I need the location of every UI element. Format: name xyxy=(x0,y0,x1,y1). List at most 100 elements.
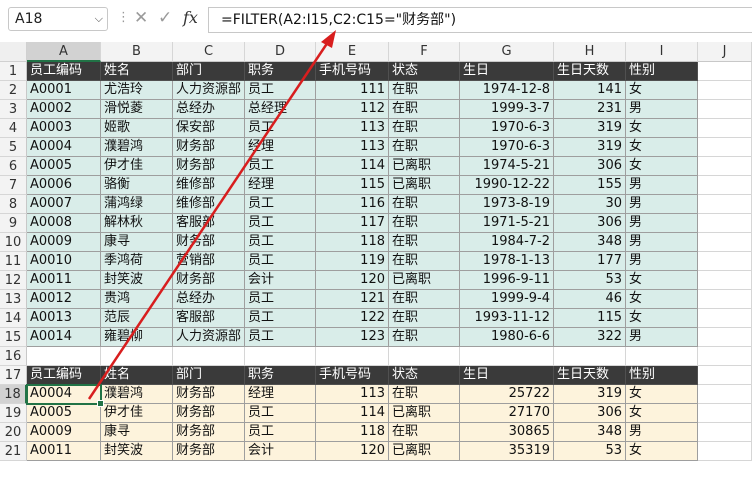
result-header-cell[interactable]: 生日天数 xyxy=(554,366,626,385)
empty-cell[interactable] xyxy=(698,214,752,233)
result-header-cell[interactable]: 手机号码 xyxy=(316,366,389,385)
source-row-cell[interactable]: 在职 xyxy=(389,252,460,271)
source-row-cell[interactable]: 范辰 xyxy=(101,309,173,328)
source-row-cell[interactable]: 在职 xyxy=(389,214,460,233)
row-header-10[interactable]: 10 xyxy=(0,233,27,252)
source-row-cell[interactable]: 115 xyxy=(554,309,626,328)
source-row-cell[interactable]: 113 xyxy=(316,138,389,157)
empty-cell[interactable] xyxy=(698,176,752,195)
source-row-cell[interactable]: 男 xyxy=(626,176,698,195)
source-row-cell[interactable]: 177 xyxy=(554,252,626,271)
source-row-cell[interactable]: 雍碧柳 xyxy=(101,328,173,347)
source-row-cell[interactable]: 1980-6-6 xyxy=(460,328,554,347)
source-row-cell[interactable]: 维修部 xyxy=(173,176,245,195)
result-row-cell[interactable]: 319 xyxy=(554,385,626,404)
source-row-cell[interactable]: 113 xyxy=(316,119,389,138)
source-row-cell[interactable]: 在职 xyxy=(389,290,460,309)
column-header-h[interactable]: H xyxy=(554,42,626,62)
source-row-cell[interactable]: 女 xyxy=(626,81,698,100)
result-row-cell[interactable]: 女 xyxy=(626,442,698,461)
source-row-cell[interactable]: 财务部 xyxy=(173,157,245,176)
result-header-cell[interactable]: 生日 xyxy=(460,366,554,385)
source-row-cell[interactable]: 123 xyxy=(316,328,389,347)
source-row-cell[interactable]: A0012 xyxy=(27,290,101,309)
result-row-cell[interactable]: 财务部 xyxy=(173,404,245,423)
result-row-cell[interactable]: 封笑波 xyxy=(101,442,173,461)
source-row-cell[interactable]: 在职 xyxy=(389,195,460,214)
empty-cell[interactable] xyxy=(698,309,752,328)
row-header-4[interactable]: 4 xyxy=(0,119,27,138)
result-row-cell[interactable]: 女 xyxy=(626,385,698,404)
source-row-cell[interactable]: A0007 xyxy=(27,195,101,214)
result-row-cell[interactable]: A0011 xyxy=(27,442,101,461)
result-row-cell[interactable]: 27170 xyxy=(460,404,554,423)
source-row-cell[interactable]: A0009 xyxy=(27,233,101,252)
source-row-cell[interactable]: 总经理 xyxy=(245,100,316,119)
source-row-cell[interactable]: 306 xyxy=(554,157,626,176)
source-row-cell[interactable]: 1993-11-12 xyxy=(460,309,554,328)
source-row-cell[interactable]: 总经办 xyxy=(173,290,245,309)
source-row-cell[interactable]: 客服部 xyxy=(173,309,245,328)
source-header-cell[interactable]: 状态 xyxy=(389,62,460,81)
source-header-cell[interactable]: 员工编码 xyxy=(27,62,101,81)
source-row-cell[interactable]: 1973-8-19 xyxy=(460,195,554,214)
source-row-cell[interactable]: 53 xyxy=(554,271,626,290)
source-row-cell[interactable]: 骆衡 xyxy=(101,176,173,195)
source-row-cell[interactable]: 维修部 xyxy=(173,195,245,214)
source-row-cell[interactable]: 在职 xyxy=(389,233,460,252)
row-header-8[interactable]: 8 xyxy=(0,195,27,214)
row-header-21[interactable]: 21 xyxy=(0,442,27,461)
source-row-cell[interactable]: 115 xyxy=(316,176,389,195)
source-row-cell[interactable]: 员工 xyxy=(245,233,316,252)
source-row-cell[interactable]: 114 xyxy=(316,157,389,176)
result-row-cell[interactable]: 伊才佳 xyxy=(101,404,173,423)
result-row-cell[interactable]: 53 xyxy=(554,442,626,461)
name-box[interactable]: A18 ⌵ xyxy=(8,7,108,31)
result-row-cell[interactable]: A0004 xyxy=(27,385,101,404)
source-row-cell[interactable]: 1996-9-11 xyxy=(460,271,554,290)
source-row-cell[interactable]: 经理 xyxy=(245,138,316,157)
row-header-15[interactable]: 15 xyxy=(0,328,27,347)
source-row-cell[interactable]: 财务部 xyxy=(173,271,245,290)
column-header-i[interactable]: I xyxy=(626,42,698,62)
source-row-cell[interactable]: 322 xyxy=(554,328,626,347)
source-row-cell[interactable]: 120 xyxy=(316,271,389,290)
result-row-cell[interactable]: 114 xyxy=(316,404,389,423)
result-row-cell[interactable]: 会计 xyxy=(245,442,316,461)
column-header-e[interactable]: E xyxy=(316,42,389,62)
result-row-cell[interactable]: 濮碧鸿 xyxy=(101,385,173,404)
source-row-cell[interactable]: 155 xyxy=(554,176,626,195)
result-row-cell[interactable]: 35319 xyxy=(460,442,554,461)
source-row-cell[interactable]: 员工 xyxy=(245,214,316,233)
cancel-icon[interactable]: ✕ xyxy=(134,8,148,28)
source-row-cell[interactable]: 贵鸿 xyxy=(101,290,173,309)
result-row-cell[interactable]: 306 xyxy=(554,404,626,423)
source-row-cell[interactable]: 伊才佳 xyxy=(101,157,173,176)
insert-function-icon[interactable]: fx xyxy=(183,8,198,27)
source-row-cell[interactable]: A0002 xyxy=(27,100,101,119)
source-row-cell[interactable]: A0013 xyxy=(27,309,101,328)
source-header-cell[interactable]: 姓名 xyxy=(101,62,173,81)
empty-cell[interactable] xyxy=(389,347,460,366)
empty-cell[interactable] xyxy=(698,252,752,271)
source-row-cell[interactable]: 在职 xyxy=(389,119,460,138)
result-row-cell[interactable]: 120 xyxy=(316,442,389,461)
source-row-cell[interactable]: 女 xyxy=(626,309,698,328)
source-row-cell[interactable]: A0014 xyxy=(27,328,101,347)
source-row-cell[interactable]: 女 xyxy=(626,119,698,138)
empty-cell[interactable] xyxy=(626,347,698,366)
result-row-cell[interactable]: 员工 xyxy=(245,404,316,423)
result-row-cell[interactable]: 康寻 xyxy=(101,423,173,442)
source-row-cell[interactable]: 118 xyxy=(316,233,389,252)
source-row-cell[interactable]: 在职 xyxy=(389,81,460,100)
row-header-9[interactable]: 9 xyxy=(0,214,27,233)
empty-cell[interactable] xyxy=(698,423,752,442)
row-header-13[interactable]: 13 xyxy=(0,290,27,309)
source-row-cell[interactable]: 姬歌 xyxy=(101,119,173,138)
source-row-cell[interactable]: 男 xyxy=(626,195,698,214)
result-row-cell[interactable]: 118 xyxy=(316,423,389,442)
source-row-cell[interactable]: 男 xyxy=(626,233,698,252)
source-row-cell[interactable]: A0008 xyxy=(27,214,101,233)
source-row-cell[interactable]: 1990-12-22 xyxy=(460,176,554,195)
source-row-cell[interactable]: 员工 xyxy=(245,119,316,138)
